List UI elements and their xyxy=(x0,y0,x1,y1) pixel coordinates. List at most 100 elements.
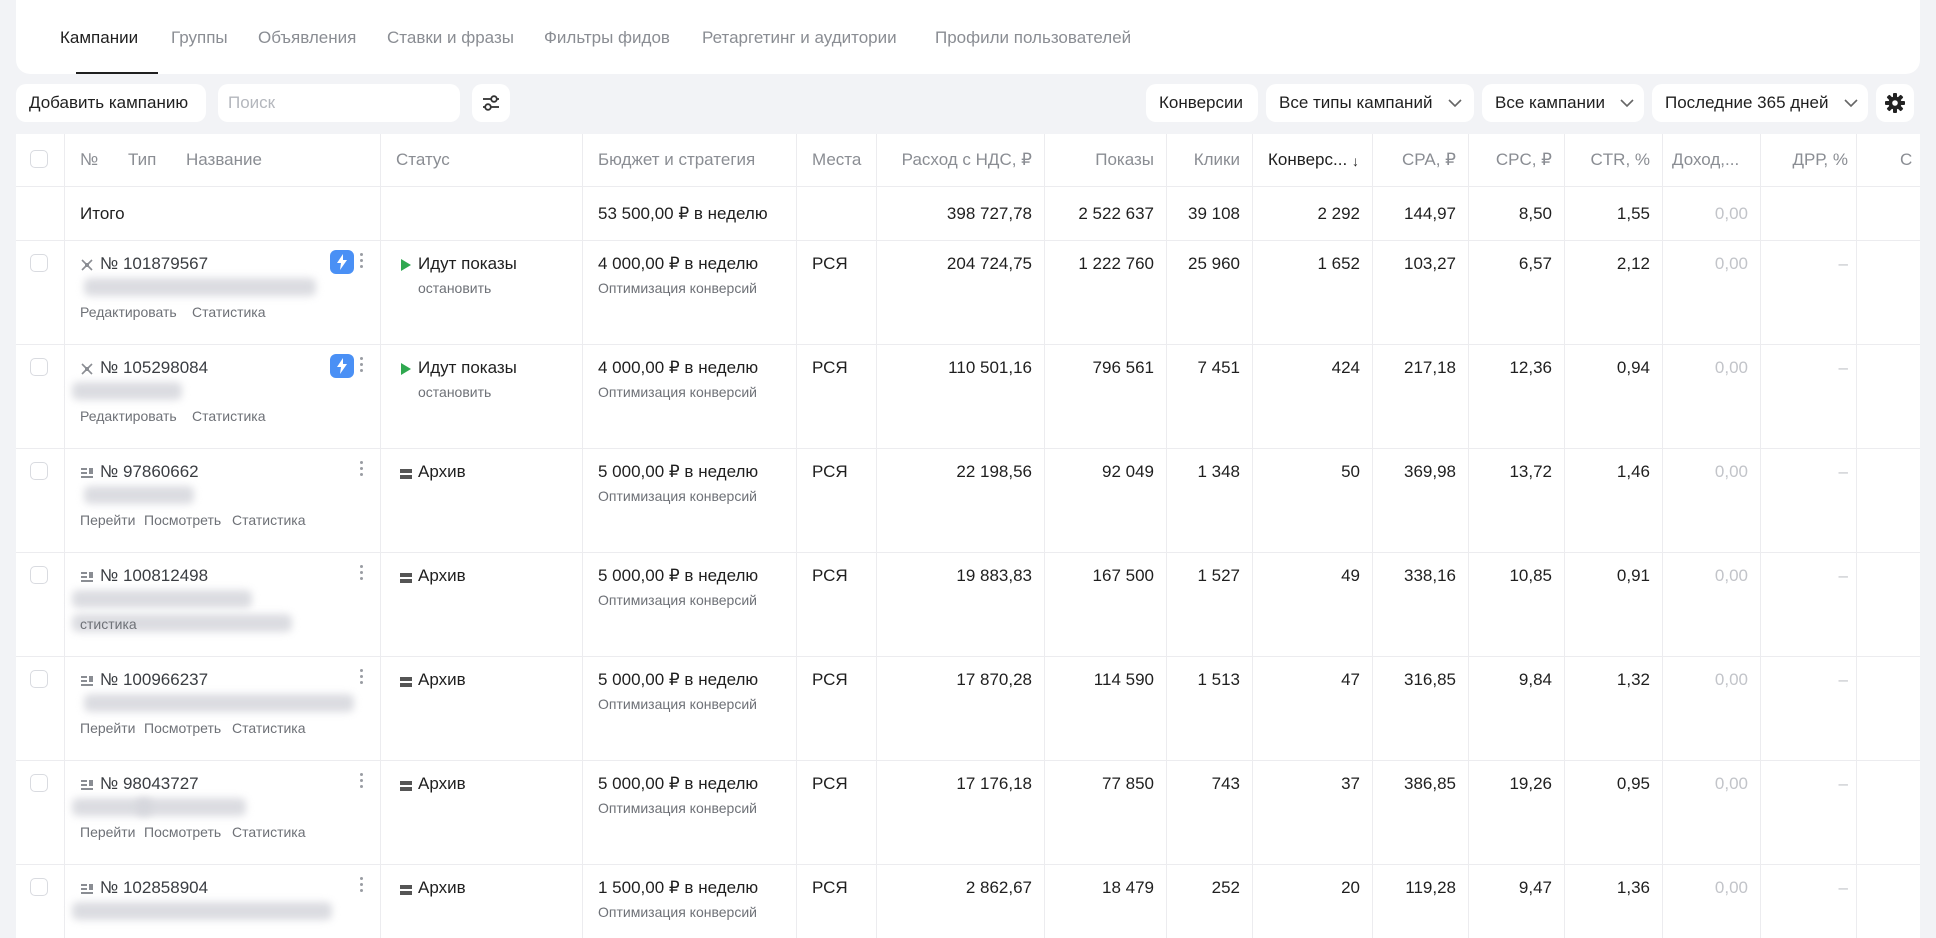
select-all-checkbox[interactable] xyxy=(30,150,48,168)
autotargeting-bolt-icon[interactable] xyxy=(330,250,354,274)
column-header-spend[interactable]: Расход с НДС, ₽ xyxy=(892,150,1032,170)
more-menu-icon[interactable] xyxy=(356,354,366,376)
campaign-types-select[interactable]: Все типы кампаний xyxy=(1266,84,1474,122)
row-checkbox[interactable] xyxy=(30,670,48,688)
row-checkbox[interactable] xyxy=(30,566,48,584)
add-campaign-button[interactable]: Добавить кампанию xyxy=(16,84,206,122)
campaign-action-link[interactable]: Перейти xyxy=(80,824,135,840)
column-header-places[interactable]: Места xyxy=(812,150,861,170)
campaign-number[interactable]: № 101879567 xyxy=(100,254,208,274)
campaign-action-link[interactable]: Статистика xyxy=(192,304,266,320)
campaign-action-link[interactable]: Редактировать xyxy=(80,408,177,424)
campaign-action-link[interactable]: Редактировать xyxy=(80,304,177,320)
budget-text: 4 000,00 ₽ в неделю xyxy=(598,358,759,377)
status-text: Архив xyxy=(418,878,466,897)
column-header-conversions[interactable]: Конверс... xyxy=(1268,150,1347,170)
tab-bids-phrases[interactable]: Ставки и фразы xyxy=(387,28,514,48)
income-value: 0,00 xyxy=(1714,566,1748,585)
column-header-budget[interactable]: Бюджет и стратегия xyxy=(598,150,755,170)
ctr-value: 1,36 xyxy=(1616,878,1650,897)
campaign-types-label: Все типы кампаний xyxy=(1279,93,1433,112)
campaign-action-link[interactable]: Статистика xyxy=(232,720,306,736)
income-value: 0,00 xyxy=(1714,462,1748,481)
period-label: Последние 365 дней xyxy=(1665,93,1829,112)
totals-clicks: 39 108 xyxy=(1188,204,1240,223)
tab-feed-filters[interactable]: Фильтры фидов xyxy=(544,28,670,48)
archive-icon xyxy=(400,883,412,895)
campaign-action-link[interactable]: Статистика xyxy=(232,824,306,840)
column-header-type[interactable]: Тип xyxy=(128,150,156,170)
row-checkbox[interactable] xyxy=(30,254,48,272)
column-header-name[interactable]: Название xyxy=(186,150,262,170)
column-divider xyxy=(1856,134,1857,938)
autotargeting-bolt-icon[interactable] xyxy=(330,354,354,378)
campaigns-filter-select[interactable]: Все кампании xyxy=(1482,84,1644,122)
tab-ads[interactable]: Объявления xyxy=(258,28,356,48)
archive-icon xyxy=(400,779,412,791)
clicks-value: 7 451 xyxy=(1197,358,1240,377)
campaign-action-link[interactable]: Статистика xyxy=(232,512,306,528)
tab-groups[interactable]: Группы xyxy=(171,28,228,48)
column-header-income[interactable]: Доход,... xyxy=(1672,150,1739,170)
campaign-number[interactable]: № 100812498 xyxy=(100,566,208,586)
totals-impressions: 2 522 637 xyxy=(1078,204,1154,223)
campaign-number[interactable]: № 102858904 xyxy=(100,878,208,898)
campaign-number[interactable]: № 105298084 xyxy=(100,358,208,378)
tab-retargeting[interactable]: Ретаргетинг и аудитории xyxy=(702,28,897,48)
campaign-number[interactable]: № 97860662 xyxy=(100,462,199,482)
row-checkbox[interactable] xyxy=(30,462,48,480)
search-input[interactable] xyxy=(218,84,460,122)
column-divider xyxy=(1662,134,1663,938)
smart-banner-icon xyxy=(80,258,94,272)
more-menu-icon[interactable] xyxy=(356,458,366,480)
campaign-number[interactable]: № 98043727 xyxy=(100,774,199,794)
stop-link[interactable]: остановить xyxy=(418,384,491,400)
campaign-number[interactable]: № 100966237 xyxy=(100,670,208,690)
filter-settings-button[interactable] xyxy=(472,84,510,122)
column-header-ctr[interactable]: CTR, % xyxy=(1580,150,1651,170)
campaign-action-link[interactable]: Перейти xyxy=(80,512,135,528)
conversions-value: 424 xyxy=(1331,358,1360,377)
more-menu-icon[interactable] xyxy=(356,770,366,792)
campaign-action-link[interactable]: Посмотреть xyxy=(144,720,221,736)
tab-campaigns[interactable]: Кампании xyxy=(60,28,138,48)
column-header-clicks[interactable]: Клики xyxy=(1176,150,1240,170)
impressions-value: 77 850 xyxy=(1102,774,1154,793)
period-select[interactable]: Последние 365 дней xyxy=(1652,84,1868,122)
column-divider xyxy=(1468,134,1469,938)
play-icon xyxy=(400,362,412,376)
budget-text: 5 000,00 ₽ в неделю xyxy=(598,566,759,585)
more-menu-icon[interactable] xyxy=(356,250,366,272)
column-header-more[interactable]: С xyxy=(1900,150,1912,170)
more-menu-icon[interactable] xyxy=(356,562,366,584)
column-header-impressions[interactable]: Показы xyxy=(1060,150,1154,170)
row-checkbox[interactable] xyxy=(30,358,48,376)
column-header-cpc[interactable]: CPC, ₽ xyxy=(1484,150,1552,170)
column-divider xyxy=(1166,134,1167,938)
row-checkbox[interactable] xyxy=(30,774,48,792)
status-text: Архив xyxy=(418,774,466,793)
spend-value: 204 724,75 xyxy=(946,254,1032,273)
row-checkbox[interactable] xyxy=(30,878,48,896)
column-header-drr[interactable]: ДРР, % xyxy=(1776,150,1848,170)
more-menu-icon[interactable] xyxy=(356,666,366,688)
cpc-value: 10,85 xyxy=(1509,566,1552,585)
campaign-action-link[interactable]: Перейти xyxy=(80,720,135,736)
places-text: РСЯ xyxy=(812,358,848,377)
table-settings-button[interactable] xyxy=(1876,84,1914,122)
more-menu-icon[interactable] xyxy=(356,874,366,896)
tab-user-profiles[interactable]: Профили пользователей xyxy=(935,28,1131,48)
add-campaign-label: Добавить кампанию xyxy=(29,93,189,112)
campaign-action-link[interactable]: Посмотреть xyxy=(144,824,221,840)
column-header-cpa[interactable]: CPA, ₽ xyxy=(1388,150,1456,170)
conversions-button[interactable]: Конверсии xyxy=(1146,84,1258,122)
drr-value: – xyxy=(1838,566,1848,585)
strategy-text: Оптимизация конверсий xyxy=(598,904,757,920)
stop-link[interactable]: остановить xyxy=(418,280,491,296)
campaign-action-link[interactable]: Статистика xyxy=(192,408,266,424)
campaign-action-link[interactable]: стистика xyxy=(80,616,137,632)
row-divider xyxy=(16,864,1920,865)
column-header-number[interactable]: № xyxy=(80,150,98,170)
campaign-action-link[interactable]: Посмотреть xyxy=(144,512,221,528)
column-header-status[interactable]: Статус xyxy=(396,150,450,170)
